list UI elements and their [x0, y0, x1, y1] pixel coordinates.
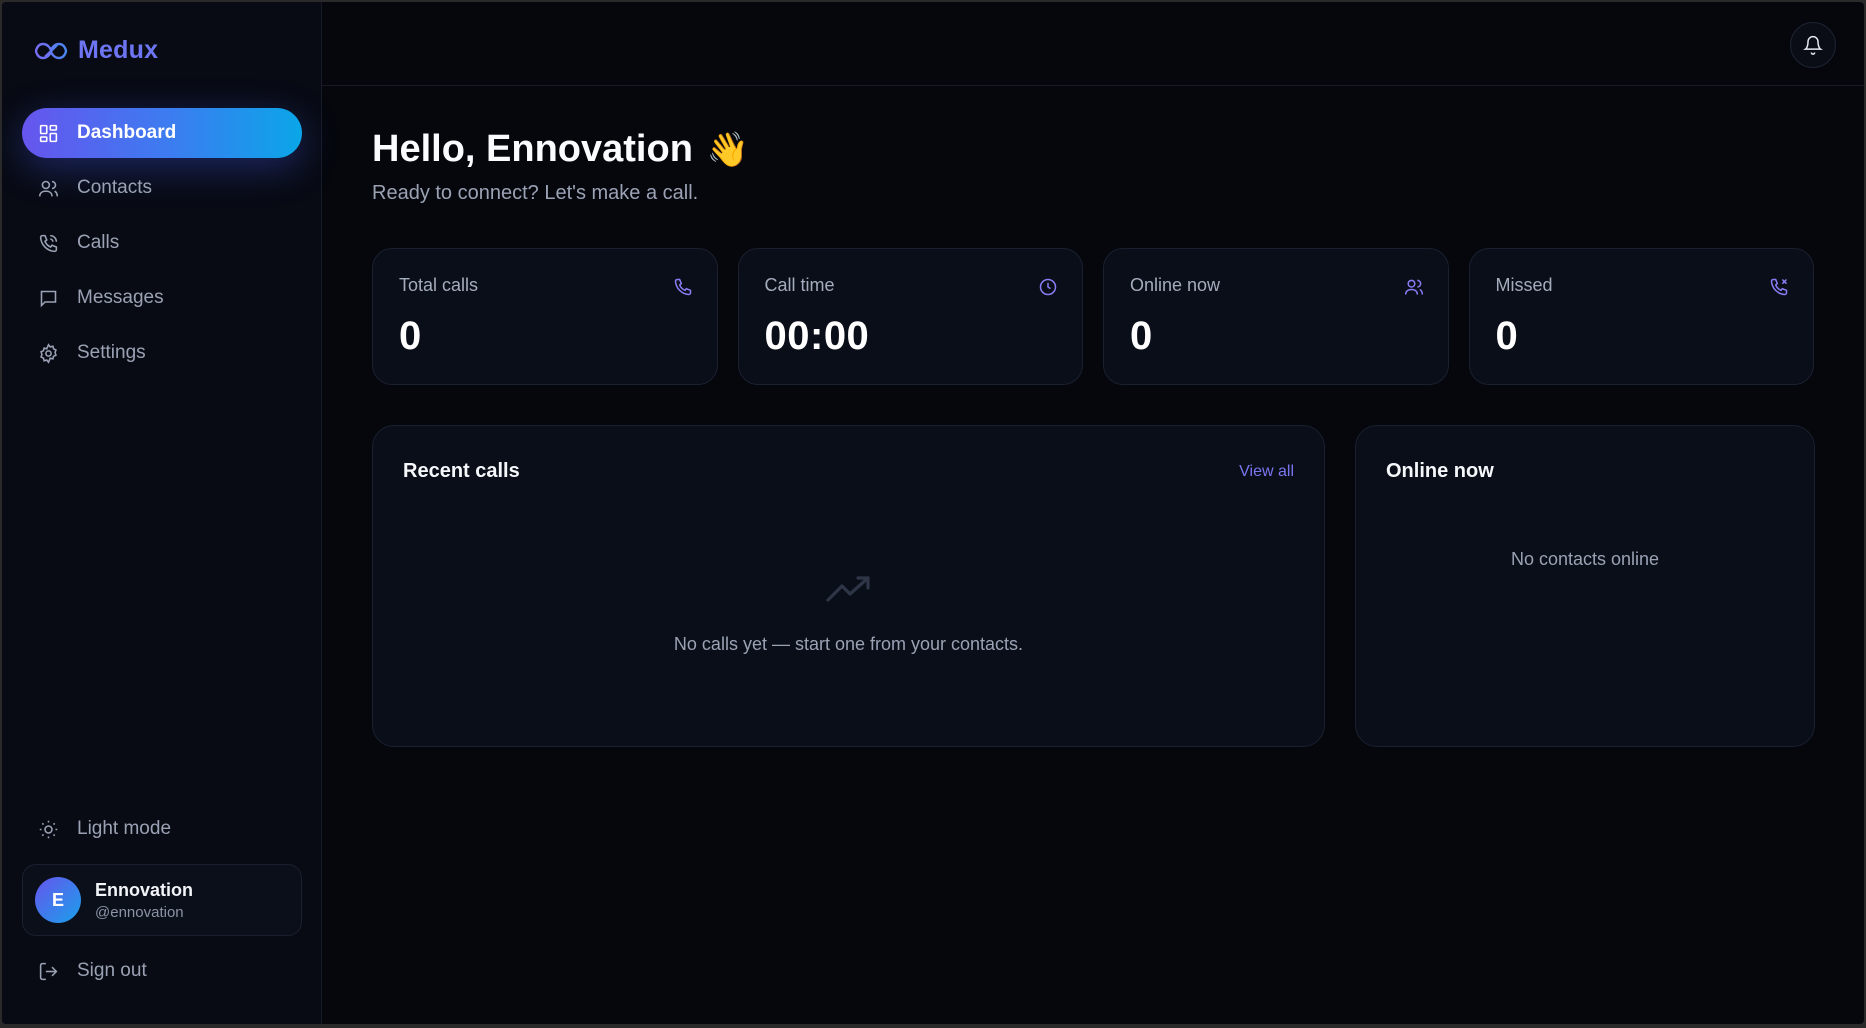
online-now-panel: Online now No contacts online [1355, 425, 1815, 747]
nav-item-dashboard[interactable]: Dashboard [22, 108, 302, 158]
main-content: Hello, Ennovation 👋 Ready to connect? Le… [322, 2, 1864, 1024]
app-window: Medux Dashboard Contacts Calls Messages … [2, 2, 1864, 1024]
brand-name: Medux [78, 36, 159, 64]
greeting-text: Hello, Ennovation [372, 128, 693, 170]
nav-item-settings[interactable]: Settings [22, 328, 302, 378]
brand[interactable]: Medux [34, 36, 158, 65]
recent-calls-panel: Recent calls View all No calls yet — sta… [372, 425, 1325, 747]
main-nav: Dashboard Contacts Calls Messages Settin… [22, 108, 302, 383]
nav-item-contacts[interactable]: Contacts [22, 163, 302, 213]
nav-item-label: Contacts [77, 177, 152, 198]
stat-label: Online now [1130, 275, 1221, 295]
infinity-logo-icon [34, 42, 68, 59]
recent-calls-empty-text: No calls yet — start one from your conta… [673, 634, 1024, 654]
online-now-title: Online now [1386, 460, 1494, 482]
stat-value: 0 [1130, 314, 1153, 358]
user-name: Ennovation [95, 879, 193, 900]
online-now-empty-text: No contacts online [1510, 549, 1660, 569]
stat-value: 0 [399, 314, 422, 358]
user-info: Ennovation @ennovation [95, 880, 193, 921]
dashboard-icon [39, 124, 58, 142]
stat-card-missed: Missed 0 [1468, 248, 1814, 385]
sun-icon [39, 820, 58, 838]
light-mode-label: Light mode [77, 818, 172, 839]
stat-card-online-now: Online now 0 [1103, 248, 1449, 385]
light-mode-toggle[interactable]: Light mode [22, 804, 302, 854]
stat-value: 00:00 [764, 314, 870, 358]
stat-card-call-time: Call time 00:00 [737, 248, 1083, 385]
trending-up-icon [825, 576, 870, 602]
stat-label: Total calls [399, 275, 479, 295]
stat-label: Call time [764, 275, 835, 295]
stat-card-total-calls: Total calls 0 [372, 248, 718, 385]
view-all-link[interactable]: View all [1239, 463, 1294, 481]
phone-call-icon [39, 234, 58, 252]
recent-calls-title: Recent calls [403, 460, 520, 482]
stat-label: Missed [1495, 275, 1553, 295]
sign-out-label: Sign out [77, 960, 147, 981]
phone-icon [674, 278, 691, 296]
sign-out-button[interactable]: Sign out [22, 946, 302, 996]
nav-item-label: Dashboard [77, 122, 177, 143]
page-subtitle: Ready to connect? Let's make a call. [372, 182, 699, 204]
stats-row: Total calls 0 Call time 00:00 Online now… [372, 248, 1814, 385]
nav-item-calls[interactable]: Calls [22, 218, 302, 268]
users-icon [1404, 279, 1423, 295]
nav-item-label: Calls [77, 232, 120, 253]
phone-missed-icon [1770, 278, 1788, 296]
waving-hand-emoji: 👋 [706, 130, 750, 169]
users-icon [38, 180, 59, 196]
avatar: E [35, 877, 81, 923]
user-card[interactable]: E Ennovation @ennovation [22, 864, 302, 936]
nav-item-label: Messages [77, 287, 164, 308]
bell-icon [1803, 35, 1823, 55]
message-square-icon [40, 290, 57, 307]
clock-icon [1039, 278, 1057, 296]
notifications-button[interactable] [1790, 22, 1836, 68]
nav-item-messages[interactable]: Messages [22, 273, 302, 323]
user-handle: @ennovation [95, 903, 184, 921]
sidebar: Medux Dashboard Contacts Calls Messages … [2, 2, 322, 1024]
log-out-icon [39, 962, 58, 980]
gear-icon [40, 342, 57, 364]
topbar [322, 2, 1864, 86]
nav-item-label: Settings [77, 342, 146, 363]
page-title: Hello, Ennovation 👋 [372, 128, 749, 171]
stat-value: 0 [1495, 314, 1519, 358]
